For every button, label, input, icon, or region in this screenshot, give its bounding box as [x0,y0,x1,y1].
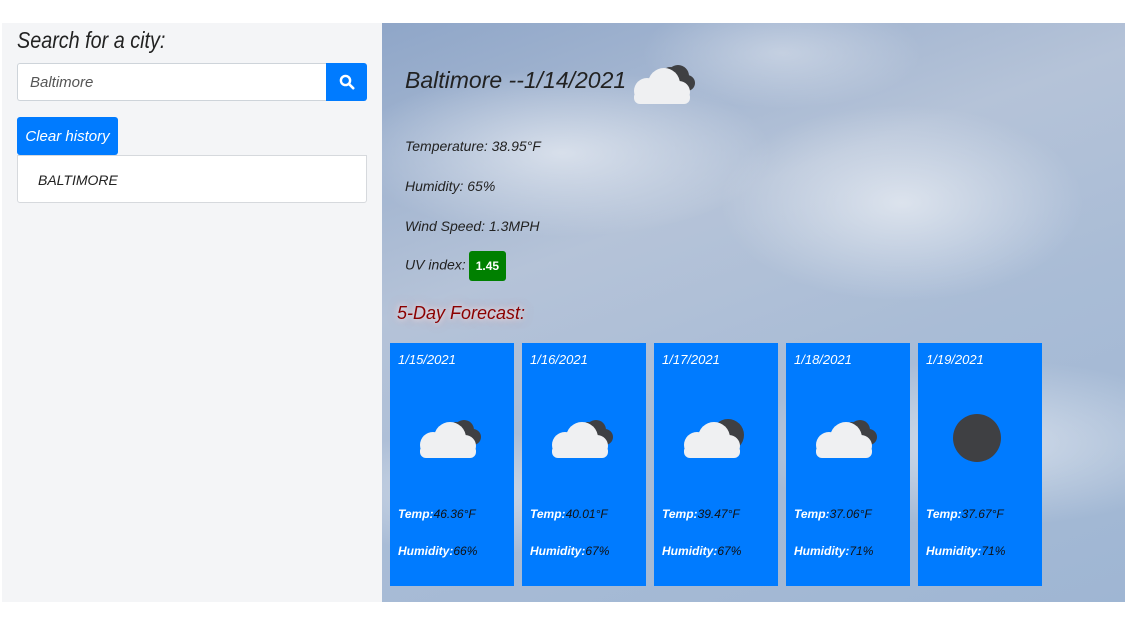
cloudy-icon [552,420,613,458]
forecast-temp: Temp:37.67°F [926,507,1004,521]
search-icon [339,74,354,90]
cloudy-icon [816,420,877,458]
forecast-card: 1/17/2021 Temp:39.47°F Humidity:67% [654,343,778,586]
forecast-card: 1/19/2021 Temp:37.67°F Humidity:71% [918,343,1042,586]
temperature-row: Temperature: 38.95°F [405,138,541,154]
forecast-temp-label: Temp: [662,507,698,521]
forecast-humidity-value: 71% [849,544,874,558]
forecast-temp-label: Temp: [926,507,962,521]
forecast-temp: Temp:46.36°F [398,507,476,521]
search-heading: Search for a city: [17,27,166,53]
temperature-label: Temperature: [405,138,488,154]
search-row [17,63,367,101]
forecast-date: 1/17/2021 [662,352,720,367]
forecast-humidity-value: 66% [453,544,478,558]
cloudy-icon [420,420,481,458]
uv-index-row: UV index: 1.45 [405,251,507,281]
partly-cloudy-icon [634,65,695,104]
forecast-humidity-label: Humidity: [398,544,454,558]
forecast-temp-label: Temp: [794,507,830,521]
forecast-humidity-value: 71% [981,544,1006,558]
forecast-card: 1/18/2021 Temp:37.06°F Humidity:71% [786,343,910,586]
forecast-humidity-label: Humidity: [926,544,982,558]
search-button[interactable] [326,63,367,101]
forecast-temp-label: Temp: [398,507,434,521]
forecast-temp: Temp:37.06°F [794,507,872,521]
forecast-temp: Temp:39.47°F [662,507,740,521]
humidity-value: 65% [467,178,496,194]
humidity-label: Humidity: [405,178,464,194]
forecast-humidity-value: 67% [585,544,610,558]
temperature-value: 38.95°F [491,138,541,154]
forecast-humidity-value: 67% [717,544,742,558]
clear-history-button[interactable]: Clear history [17,117,118,155]
forecast-date: 1/16/2021 [530,352,588,367]
wind-speed-value: 1.3MPH [488,218,540,234]
weather-panel: Baltimore --1/14/2021 Temperature: 38.95… [382,23,1125,602]
forecast-humidity-label: Humidity: [662,544,718,558]
forecast-temp-value: 37.67°F [961,507,1004,521]
forecast-humidity: Humidity:66% [398,544,477,558]
forecast-heading: 5-Day Forecast: [397,303,526,323]
forecast-temp-value: 46.36°F [433,507,476,521]
forecast-humidity: Humidity:71% [794,544,873,558]
forecast-humidity: Humidity:71% [926,544,1005,558]
forecast-card: 1/16/2021 Temp:40.01°F Humidity:67% [522,343,646,586]
history-item[interactable]: BALTIMORE [17,155,367,203]
forecast-card: 1/15/2021 Temp:46.36°F Humidity:66% [390,343,514,586]
search-history-list: BALTIMORE [17,155,367,203]
forecast-humidity-label: Humidity: [794,544,850,558]
wind-speed-label: Wind Speed: [405,218,486,234]
forecast-humidity: Humidity:67% [662,544,741,558]
sidebar: Search for a city: Clear history BALTIMO… [2,23,382,602]
uv-index-badge: 1.45 [468,251,507,281]
forecast-date: 1/18/2021 [794,352,852,367]
forecast-temp-value: 39.47°F [697,507,740,521]
partly-cloudy-icon [684,419,744,458]
forecast-temp-value: 40.01°F [565,507,608,521]
forecast-temp-label: Temp: [530,507,566,521]
wind-speed-row: Wind Speed: 1.3MPH [405,218,540,234]
current-city-title: Baltimore --1/14/2021 [405,67,627,93]
forecast-humidity-label: Humidity: [530,544,586,558]
forecast-temp: Temp:40.01°F [530,507,608,521]
forecast-date: 1/15/2021 [398,352,456,367]
uv-index-label: UV index: [405,256,466,273]
forecast-humidity: Humidity:67% [530,544,609,558]
humidity-row: Humidity: 65% [405,178,495,194]
forecast-temp-value: 37.06°F [829,507,872,521]
city-search-input[interactable] [17,63,326,101]
overcast-icon [953,414,1001,462]
forecast-date: 1/19/2021 [926,352,984,367]
